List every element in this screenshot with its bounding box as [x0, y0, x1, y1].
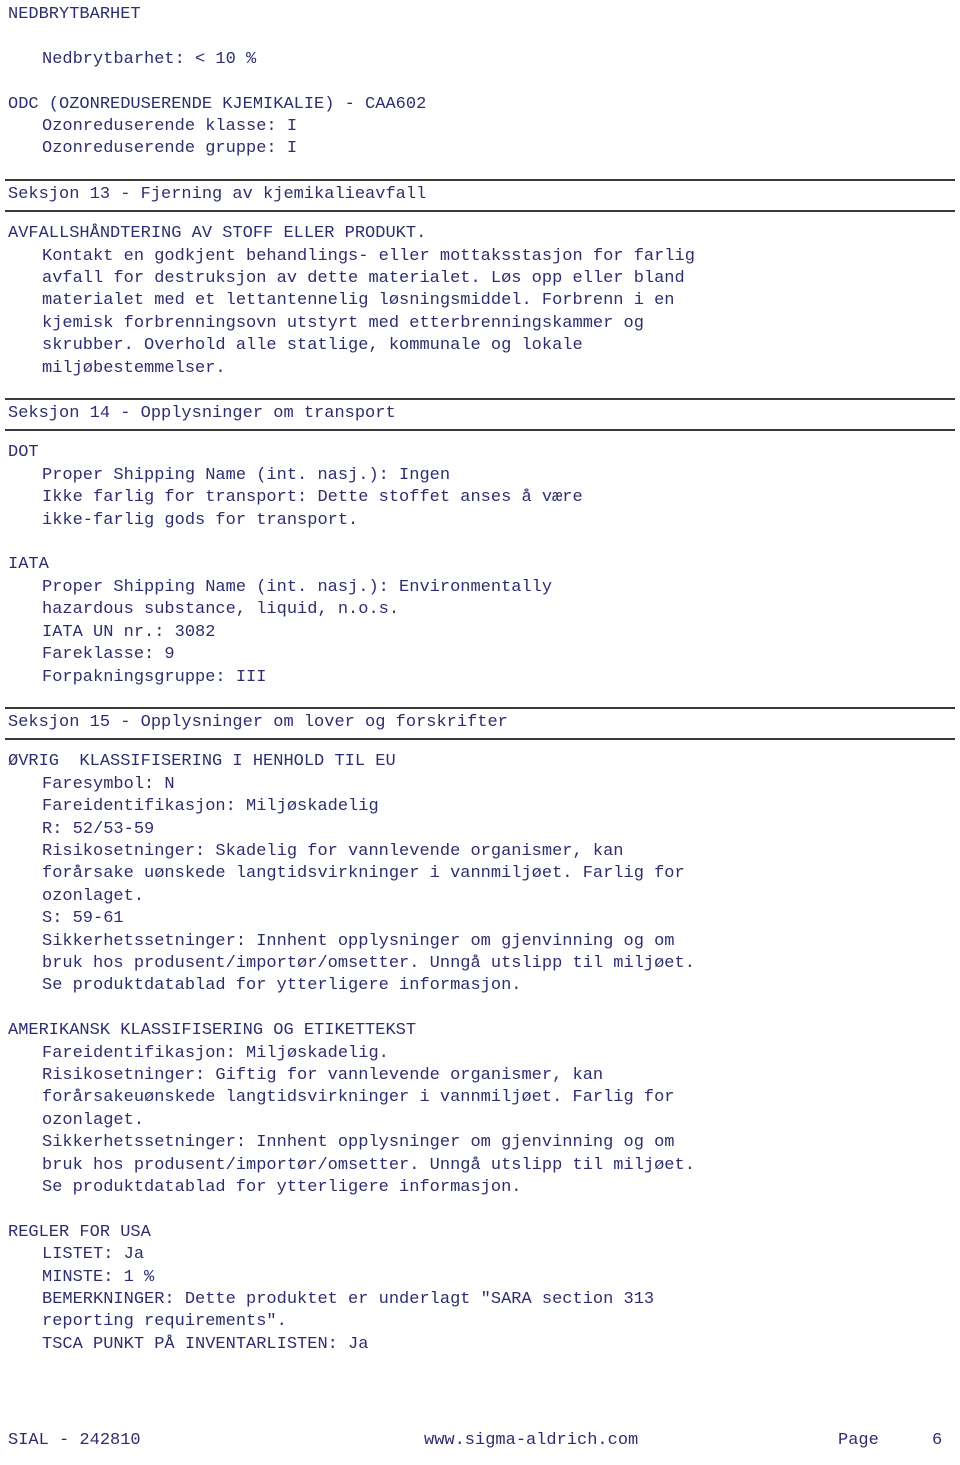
dot-line: ikke-farlig gods for transport. [42, 510, 359, 530]
eu-line: Fareidentifikasjon: Miljøskadelig [42, 797, 379, 817]
eu-line: Risikosetninger: Skadelig for vannlevend… [42, 841, 624, 861]
usa-regulations-line: reporting requirements". [42, 1312, 287, 1332]
document-page: NEDBRYTBARHET Nedbrytbarhet: < 10 % ODC … [0, 0, 960, 1465]
eu-line: Se produktdatablad for ytterligere infor… [42, 976, 522, 996]
eu-line: forårsake uønskede langtidsvirkninger i … [42, 864, 685, 884]
section-13-title: Seksjon 13 - Fjerning av kjemikalieavfal… [8, 184, 427, 204]
eu-line: Sikkerhetssetninger: Innhent opplysninge… [42, 931, 675, 951]
usa-regulations-line: TSCA PUNKT PÅ INVENTARLISTEN: Ja [42, 1334, 369, 1354]
eu-line: bruk hos produsent/importør/omsetter. Un… [42, 953, 695, 973]
american-line: ozonlaget. [42, 1110, 145, 1130]
iata-line: hazardous substance, liquid, n.o.s. [42, 600, 400, 620]
eu-classification-heading: ØVRIG KLASSIFISERING I HENHOLD TIL EU [8, 752, 396, 772]
waste-handling-line: skrubber. Overhold alle statlige, kommun… [42, 336, 583, 356]
document-body: NEDBRYTBARHET Nedbrytbarhet: < 10 % ODC … [0, 4, 960, 1356]
american-line: forårsakeuønskede langtidsvirkninger i v… [42, 1088, 675, 1108]
usa-regulations-line: LISTET: Ja [42, 1245, 145, 1265]
waste-handling-subheading: AVFALLSHÅNDTERING AV STOFF ELLER PRODUKT… [8, 224, 427, 244]
footer-page-label: Page [838, 1431, 879, 1450]
iata-line: Proper Shipping Name (int. nasj.): Envir… [42, 577, 553, 597]
iata-line: IATA UN nr.: 3082 [42, 622, 216, 642]
odc-heading: ODC (OZONREDUSERENDE KJEMIKALIE) - CAA60… [8, 94, 427, 114]
biodegradability-value: Nedbrytbarhet: < 10 % [42, 49, 257, 69]
footer-product-code: SIAL - 242810 [8, 1431, 141, 1450]
waste-handling-line: avfall for destruksjon av dette material… [42, 269, 685, 289]
page-footer: SIAL - 242810 www.sigma-aldrich.com Page… [0, 1430, 960, 1454]
american-line: Fareidentifikasjon: Miljøskadelig. [42, 1043, 389, 1063]
usa-regulations-heading: REGLER FOR USA [8, 1222, 151, 1242]
eu-line: Faresymbol: N [42, 774, 175, 794]
american-line: Risikosetninger: Giftig for vannlevende … [42, 1066, 604, 1085]
iata-line: Fareklasse: 9 [42, 645, 175, 665]
dot-label: DOT [8, 443, 39, 463]
eu-line: R: 52/53-59 [42, 819, 155, 839]
section-13-header: Seksjon 13 - Fjerning av kjemikalieavfal… [0, 178, 960, 213]
section-14-title: Seksjon 14 - Opplysninger om transport [8, 404, 396, 424]
section-14-header: Seksjon 14 - Opplysninger om transport [0, 398, 960, 432]
waste-handling-line: kjemisk forbrenningsovn utstyrt med ette… [42, 313, 644, 333]
iata-label: IATA [8, 555, 49, 575]
section-15-header: Seksjon 15 - Opplysninger om lover og fo… [0, 706, 960, 741]
waste-handling-line: Kontakt en godkjent behandlings- eller m… [42, 246, 695, 266]
dot-line: Proper Shipping Name (int. nasj.): Ingen [42, 465, 451, 485]
american-line: bruk hos produsent/importør/omsetter. Un… [42, 1155, 695, 1175]
eu-line: S: 59-61 [42, 909, 124, 929]
odc-group-line: Ozonreduserende gruppe: I [42, 139, 298, 159]
section-15-title: Seksjon 15 - Opplysninger om lover og fo… [8, 712, 508, 732]
usa-regulations-line: BEMERKNINGER: Dette produktet er underla… [42, 1290, 655, 1310]
odc-class-line: Ozonreduserende klasse: I [42, 117, 298, 136]
usa-regulations-line: MINSTE: 1 % [42, 1267, 155, 1287]
dot-line: Ikke farlig for transport: Dette stoffet… [42, 488, 583, 508]
waste-handling-line: miljøbestemmelser. [42, 358, 226, 378]
american-classification-heading: AMERIKANSK KLASSIFISERING OG ETIKETTEKST [8, 1021, 417, 1041]
american-line: Se produktdatablad for ytterligere infor… [42, 1178, 522, 1198]
eu-line: ozonlaget. [42, 886, 145, 906]
waste-handling-line: materialet med et lettantennelig løsning… [42, 291, 675, 311]
footer-page-number: 6 [932, 1431, 943, 1450]
american-line: Sikkerhetssetninger: Innhent opplysninge… [42, 1133, 675, 1153]
biodegradability-heading: NEDBRYTBARHET [8, 5, 141, 24]
iata-line: Forpakningsgruppe: III [42, 667, 267, 687]
footer-website: www.sigma-aldrich.com [424, 1431, 639, 1450]
